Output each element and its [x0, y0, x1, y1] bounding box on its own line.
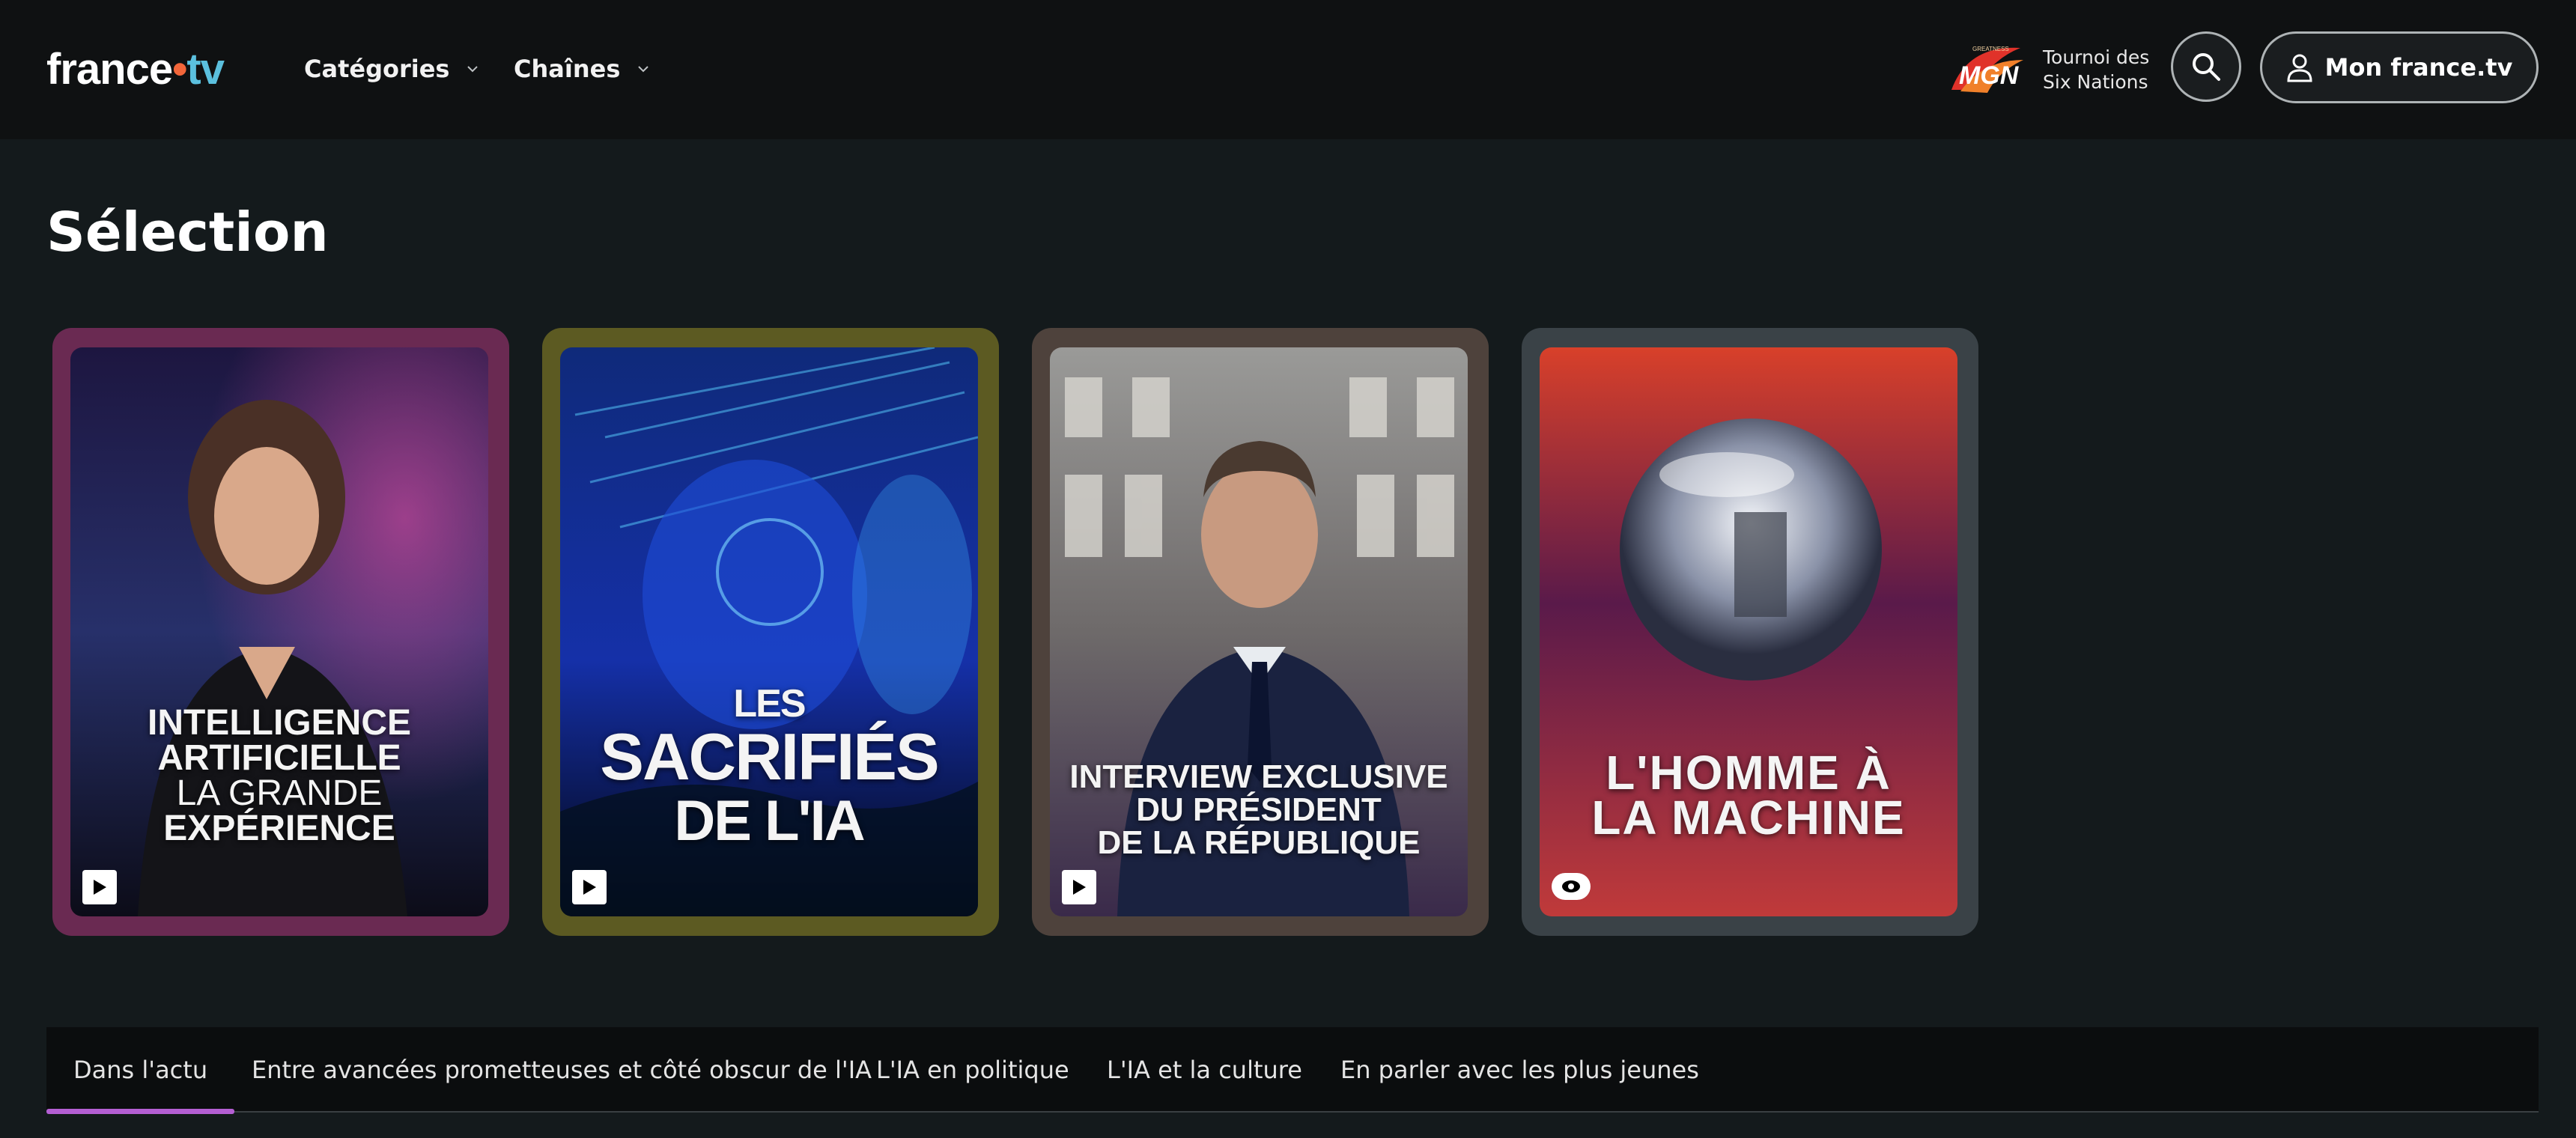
mgn-logo: MGN GREATNESS — [1951, 46, 2023, 93]
tab-avancees-ia[interactable]: Entre avancées prometteuses et côté obsc… — [252, 1027, 872, 1113]
tab-label: Dans l'actu — [73, 1056, 208, 1084]
program-poster: INTERVIEW EXCLUSIVE DU PRÉSIDENT DE LA R… — [1050, 347, 1468, 916]
live-icon — [1562, 880, 1580, 892]
program-card-homme-machine[interactable]: L'HOMME À LA MACHINE — [1522, 328, 1978, 936]
top-header: france•tv Catégories Chaînes MGN GREATNE… — [0, 0, 2576, 139]
chevron-down-icon — [467, 66, 479, 73]
france-tv-logo[interactable]: france•tv — [46, 43, 225, 96]
six-nations-promo[interactable]: MGN GREATNESS Tournoi des Six Nations — [1945, 37, 2170, 102]
program-poster: INTELLIGENCE ARTIFICIELLE LA GRANDE EXPÉ… — [70, 347, 488, 916]
play-icon — [1073, 880, 1086, 895]
search-icon — [2193, 53, 2220, 81]
tab-dans-l-actu[interactable]: Dans l'actu — [46, 1027, 235, 1114]
tab-ia-politique[interactable]: L'IA en politique — [876, 1027, 1069, 1113]
tab-label: Entre avancées prometteuses et côté obsc… — [252, 1056, 872, 1084]
account-button[interactable]: Mon france.tv — [2260, 31, 2539, 103]
mgn-logo-subtext: GREATNESS — [1972, 46, 2009, 52]
logo-text: france — [46, 45, 173, 94]
tab-label: L'IA en politique — [876, 1056, 1069, 1084]
poster-title: INTERVIEW EXCLUSIVE DU PRÉSIDENT DE LA R… — [1069, 758, 1448, 861]
nav-categories[interactable]: Catégories — [304, 46, 481, 91]
category-tabs: Dans l'actu Entre avancées prometteuses … — [46, 1027, 2539, 1114]
live-badge — [1552, 873, 1591, 900]
promo-line1: Tournoi des — [2043, 46, 2150, 68]
nav-categories-label: Catégories — [304, 55, 450, 83]
program-card-sacrifies-ia[interactable]: LES SACRIFIÉS DE L'IA — [542, 328, 999, 936]
chevron-down-icon — [638, 66, 649, 73]
play-badge — [572, 870, 607, 904]
tab-label: En parler avec les plus jeunes — [1340, 1056, 1699, 1084]
logo-dot: • — [172, 45, 187, 94]
account-label: Mon france.tv — [2324, 53, 2513, 82]
mgn-logo-text: MGN — [1959, 61, 2020, 90]
promo-line2: Six Nations — [2043, 71, 2148, 93]
tab-plus-jeunes[interactable]: En parler avec les plus jeunes — [1340, 1027, 1699, 1113]
program-poster: L'HOMME À LA MACHINE — [1540, 347, 1957, 916]
play-icon — [94, 880, 106, 895]
program-card-interview-president[interactable]: INTERVIEW EXCLUSIVE DU PRÉSIDENT DE LA R… — [1032, 328, 1489, 936]
poster-title: LES SACRIFIÉS DE L'IA — [600, 682, 939, 853]
nav-chaines-label: Chaînes — [514, 55, 621, 83]
tab-ia-culture[interactable]: L'IA et la culture — [1107, 1027, 1302, 1113]
search-button[interactable] — [2171, 31, 2241, 102]
play-badge — [82, 870, 117, 904]
play-icon — [583, 880, 596, 895]
program-poster: LES SACRIFIÉS DE L'IA — [560, 347, 978, 916]
promo-text: Tournoi des Six Nations — [2043, 45, 2149, 94]
tab-label: L'IA et la culture — [1107, 1056, 1302, 1084]
user-icon — [2287, 54, 2312, 82]
poster-title: L'HOMME À LA MACHINE — [1591, 746, 1906, 845]
nav-chaines[interactable]: Chaînes — [514, 46, 651, 91]
logo-suffix: tv — [186, 45, 225, 94]
poster-title: INTELLIGENCE ARTIFICIELLE LA GRANDE EXPÉ… — [147, 703, 411, 848]
program-card-ia-grande-experience[interactable]: INTELLIGENCE ARTIFICIELLE LA GRANDE EXPÉ… — [52, 328, 509, 936]
section-title: Sélection — [46, 201, 329, 264]
play-badge — [1062, 870, 1096, 904]
